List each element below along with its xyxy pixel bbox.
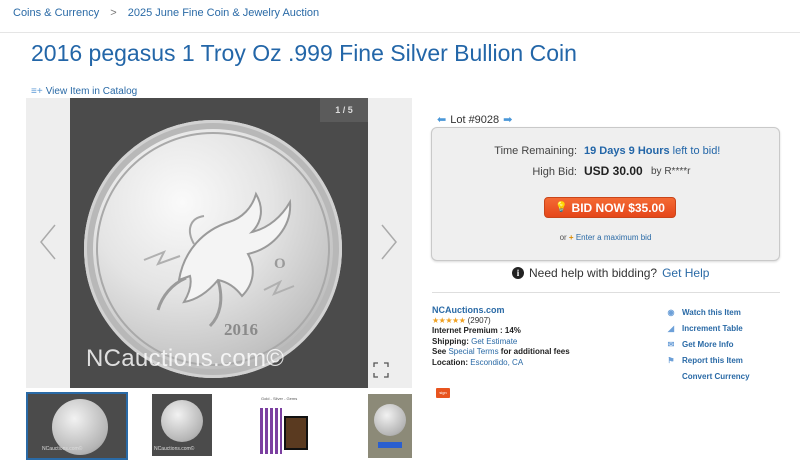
- plus-icon: +: [568, 233, 574, 242]
- get-more-info-link[interactable]: ✉ Get More Info: [666, 337, 750, 353]
- or-text: or: [559, 233, 567, 242]
- photo-watermark: NCauctions.com©: [86, 345, 285, 372]
- location-label: Location:: [432, 357, 468, 367]
- terms-suffix: for additional fees: [500, 347, 570, 356]
- lot-navigation: ⬅ Lot #9028 ➡: [437, 113, 512, 127]
- convert-currency-link[interactable]: Convert Currency: [666, 369, 750, 385]
- thumbnail-coin: [161, 400, 203, 442]
- next-lot-arrow-icon[interactable]: ➡: [503, 113, 512, 126]
- eye-icon: ◉: [667, 308, 675, 317]
- convert-currency-label: Convert Currency: [682, 372, 750, 381]
- seller-rating[interactable]: ★★★★★ (2907): [432, 316, 570, 327]
- time-remaining-suffix: left to bid!: [672, 145, 721, 157]
- special-terms-link[interactable]: Special Terms: [448, 347, 498, 356]
- time-remaining-label: Time Remaining:: [494, 145, 577, 157]
- view-catalog-link[interactable]: ≡+ View Item in Catalog: [31, 86, 137, 97]
- svg-text:O: O: [274, 256, 286, 272]
- item-actions: ◉ Watch this Item ◢ Increment Table ✉ Ge…: [666, 305, 750, 385]
- bid-panel: Time Remaining: 19 Days 9 Hours left to …: [431, 127, 780, 261]
- location-link[interactable]: Escondido, CA: [470, 358, 523, 367]
- seller-info: NCAuctions.com ★★★★★ (2907) Internet Pre…: [432, 305, 570, 368]
- breadcrumb: Coins & Currency > 2025 June Fine Coin &…: [13, 7, 319, 19]
- terms-prefix: See: [432, 347, 447, 356]
- increment-table-label: Increment Table: [682, 324, 743, 333]
- coin-year-text: 2016: [224, 320, 258, 339]
- time-remaining-value: 19 Days 9 Hours left to bid!: [584, 145, 720, 157]
- high-bidder: by R****r: [651, 166, 691, 177]
- blue-label-graphic: [378, 442, 402, 448]
- page-title: 2016 pegasus 1 Troy Oz .999 Fine Silver …: [31, 40, 577, 66]
- silver-coin-image: O 2016: [84, 120, 342, 378]
- high-bid-value: USD 30.00: [584, 164, 643, 178]
- watch-item-link[interactable]: ◉ Watch this Item: [666, 305, 750, 321]
- bid-now-label: BID NOW $35.00: [571, 200, 665, 215]
- thumbnail-strip: NCauctions.com© NCauctions.com© Gold - S…: [26, 392, 416, 462]
- thumbnail-3[interactable]: Gold - Silver - Gems: [258, 394, 318, 458]
- breadcrumb-separator: >: [110, 7, 117, 19]
- fullscreen-expand-icon[interactable]: [371, 360, 391, 380]
- seller-name-link[interactable]: NCAuctions.com: [432, 305, 570, 316]
- shipping-estimate-link[interactable]: Get Estimate: [471, 337, 517, 346]
- bidding-help: i Need help with bidding? Get Help: [512, 266, 709, 280]
- next-image-arrow-icon[interactable]: [379, 222, 399, 262]
- image-counter: 1 / 5: [320, 98, 368, 122]
- main-photo[interactable]: O 2016 NCauctions.com© 1 / 5: [70, 98, 368, 388]
- get-help-link[interactable]: Get Help: [662, 266, 709, 280]
- seller-badge-icon[interactable]: sign: [436, 388, 450, 398]
- rating-count: (2907): [467, 315, 491, 325]
- thumbnail-watermark: NCauctions.com©: [42, 446, 83, 452]
- chart-icon: ◢: [667, 324, 675, 333]
- breadcrumb-root-link[interactable]: Coins & Currency: [13, 7, 99, 19]
- breadcrumb-current-link[interactable]: 2025 June Fine Coin & Jewelry Auction: [128, 7, 319, 19]
- flag-icon: ⚑: [667, 356, 675, 365]
- thumbnail-photo: [284, 416, 308, 450]
- prev-lot-arrow-icon[interactable]: ⬅: [437, 113, 446, 126]
- envelope-icon: ✉: [667, 340, 675, 349]
- thumbnail-4[interactable]: [368, 394, 412, 458]
- internet-premium: Internet Premium : 14%: [432, 326, 521, 335]
- bid-gavel-icon: 💡: [555, 202, 568, 213]
- high-bid-label: High Bid:: [532, 166, 577, 178]
- bid-now-button[interactable]: 💡 BID NOW $35.00: [544, 197, 676, 218]
- pegasus-relief-icon: O: [143, 191, 295, 328]
- enter-max-bid-link[interactable]: Enter a maximum bid: [576, 233, 652, 242]
- header-divider: [0, 32, 800, 33]
- shipping-label: Shipping:: [432, 336, 469, 346]
- section-divider: [432, 292, 780, 293]
- thumbnail-1[interactable]: NCauctions.com©: [26, 392, 128, 460]
- report-item-label: Report this Item: [682, 356, 743, 365]
- report-item-link[interactable]: ⚑ Report this Item: [666, 353, 750, 369]
- get-more-info-label: Get More Info: [682, 340, 734, 349]
- image-gallery: O 2016 NCauctions.com© 1 / 5: [26, 98, 412, 388]
- view-catalog-label: View Item in Catalog: [45, 86, 138, 97]
- list-icon: ≡+: [31, 86, 43, 97]
- thumbnail-coin: [374, 404, 406, 436]
- thumbnail-2[interactable]: NCauctions.com©: [152, 394, 212, 456]
- prev-image-arrow-icon[interactable]: [38, 222, 58, 262]
- thumbnail-watermark: NCauctions.com©: [154, 446, 195, 452]
- help-text: Need help with bidding?: [529, 266, 658, 280]
- time-remaining-amount: 19 Days 9 Hours: [584, 145, 670, 157]
- max-bid-row: or + Enter a maximum bid: [432, 233, 779, 242]
- rating-stars-icon: ★★★★★: [432, 315, 466, 325]
- lot-number: Lot #9028: [450, 113, 500, 126]
- increment-table-link[interactable]: ◢ Increment Table: [666, 321, 750, 337]
- watch-item-label: Watch this Item: [682, 308, 741, 317]
- info-icon: i: [512, 267, 524, 279]
- thumbnail-caption: Gold - Silver - Gems: [261, 396, 298, 401]
- qr-code-graphic: [260, 408, 282, 454]
